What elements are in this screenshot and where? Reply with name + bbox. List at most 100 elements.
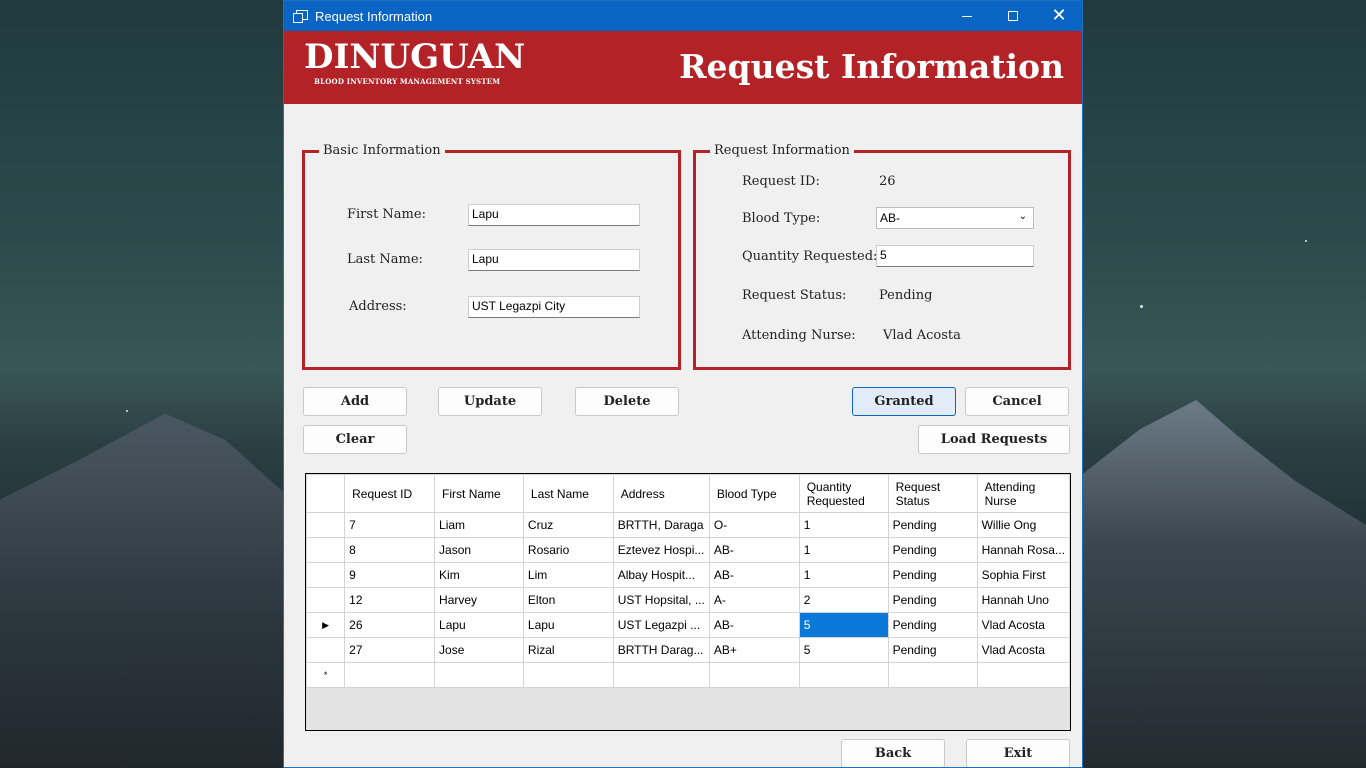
- table-row[interactable]: 8 Jason Rosario Eztevez Hospi... AB- 1 Pending…: [306, 537, 1070, 563]
- table-cell[interactable]: Eztevez Hospi...: [612, 537, 710, 563]
- table-cell[interactable]: Jose: [434, 637, 524, 663]
- table-cell[interactable]: Kim: [434, 562, 524, 588]
- row-header[interactable]: [306, 587, 346, 613]
- minimize-button[interactable]: [944, 1, 990, 31]
- load-requests-button[interactable]: Load Requests: [918, 425, 1070, 454]
- row-header[interactable]: [306, 562, 346, 588]
- table-cell[interactable]: [344, 662, 436, 688]
- table-cell[interactable]: BRTTH, Daraga: [612, 512, 710, 538]
- table-cell[interactable]: 12: [344, 587, 436, 613]
- table-cell[interactable]: 1: [798, 562, 889, 588]
- column-header[interactable]: First Name: [434, 474, 524, 513]
- table-cell[interactable]: 8: [344, 537, 436, 563]
- maximize-button[interactable]: [990, 1, 1036, 31]
- table-cell[interactable]: 26: [344, 612, 436, 638]
- clear-button[interactable]: Clear: [303, 425, 407, 454]
- cancel-button[interactable]: Cancel: [965, 387, 1069, 416]
- column-header[interactable]: Address: [612, 474, 710, 513]
- table-cell[interactable]: Rizal: [522, 637, 614, 663]
- first-name-input[interactable]: Lapu: [468, 204, 640, 226]
- basic-information-group: Basic Information First Name: Lapu Last …: [302, 143, 681, 370]
- table-cell[interactable]: 27: [344, 637, 436, 663]
- table-cell[interactable]: Harvey: [434, 587, 524, 613]
- table-row[interactable]: ▶ 26 Lapu Lapu UST Legazpi ... AB- 5 Pending Vla…: [306, 612, 1070, 638]
- column-header[interactable]: Attending Nurse: [976, 474, 1070, 513]
- quantity-requested-label: Quantity Requested:: [742, 249, 878, 264]
- table-cell[interactable]: 5: [798, 612, 889, 638]
- back-button[interactable]: Back: [841, 739, 945, 767]
- granted-button[interactable]: Granted: [852, 387, 956, 416]
- table-row[interactable]: 9 Kim Lim Albay Hospit... AB- 1 Pending Sophia …: [306, 562, 1070, 588]
- table-cell[interactable]: Pending: [887, 562, 978, 588]
- column-header[interactable]: Quantity Requested: [798, 474, 889, 513]
- exit-button[interactable]: Exit: [966, 739, 1070, 767]
- table-cell[interactable]: A-: [708, 587, 800, 613]
- row-header[interactable]: [306, 537, 346, 563]
- table-cell[interactable]: [612, 662, 710, 688]
- table-cell[interactable]: Liam: [434, 512, 524, 538]
- table-cell[interactable]: Vlad Acosta: [976, 637, 1070, 663]
- table-cell[interactable]: 2: [798, 587, 889, 613]
- add-button[interactable]: Add: [303, 387, 407, 416]
- column-header[interactable]: Request ID: [344, 474, 436, 513]
- table-cell[interactable]: AB-: [708, 612, 800, 638]
- table-cell[interactable]: Pending: [887, 537, 978, 563]
- requests-table[interactable]: Request ID First Name Last Name Address Bloo…: [305, 473, 1071, 731]
- table-cell[interactable]: [708, 662, 800, 688]
- row-header[interactable]: [306, 512, 346, 538]
- last-name-input[interactable]: Lapu: [468, 249, 640, 271]
- table-cell[interactable]: Pending: [887, 612, 978, 638]
- table-cell[interactable]: Hannah Uno: [976, 587, 1070, 613]
- blood-type-select[interactable]: AB- ⌄: [876, 207, 1034, 229]
- column-header[interactable]: Request Status: [887, 474, 978, 513]
- table-cell[interactable]: UST Legazpi ...: [612, 612, 710, 638]
- table-cell[interactable]: Elton: [522, 587, 614, 613]
- table-cell[interactable]: 1: [798, 512, 889, 538]
- table-cell[interactable]: BRTTH Darag...: [612, 637, 710, 663]
- table-cell[interactable]: UST Hopsital, ...: [612, 587, 710, 613]
- table-cell[interactable]: Jason: [434, 537, 524, 563]
- column-header[interactable]: Blood Type: [708, 474, 800, 513]
- table-cell[interactable]: 7: [344, 512, 436, 538]
- table-cell[interactable]: Lapu: [522, 612, 614, 638]
- close-button[interactable]: ✕: [1036, 1, 1082, 31]
- table-cell[interactable]: AB-: [708, 562, 800, 588]
- table-cell[interactable]: 5: [798, 637, 889, 663]
- request-information-legend: Request Information: [710, 143, 854, 158]
- table-row[interactable]: 12 Harvey Elton UST Hopsital, ... A- 2 Pending…: [306, 587, 1070, 613]
- table-cell[interactable]: Sophia First: [976, 562, 1070, 588]
- table-cell[interactable]: Vlad Acosta: [976, 612, 1070, 638]
- update-button[interactable]: Update: [438, 387, 542, 416]
- new-row[interactable]: *: [306, 662, 1070, 688]
- table-cell[interactable]: Willie Ong: [976, 512, 1070, 538]
- title-bar[interactable]: Request Information ✕: [284, 1, 1082, 31]
- header-banner: DINUGUAN BLOOD INVENTORY MANAGEMENT SYST…: [284, 31, 1082, 104]
- table-row[interactable]: 7 Liam Cruz BRTTH, Daraga O- 1 Pending Willie O…: [306, 512, 1070, 538]
- table-cell[interactable]: [976, 662, 1070, 688]
- table-cell[interactable]: Cruz: [522, 512, 614, 538]
- table-cell[interactable]: Lim: [522, 562, 614, 588]
- table-cell[interactable]: O-: [708, 512, 800, 538]
- table-cell[interactable]: Pending: [887, 512, 978, 538]
- row-header[interactable]: [306, 637, 346, 663]
- table-cell[interactable]: Albay Hospit...: [612, 562, 710, 588]
- quantity-requested-input[interactable]: 5: [876, 245, 1034, 267]
- table-cell[interactable]: Hannah Rosa...: [976, 537, 1070, 563]
- table-cell[interactable]: Pending: [887, 587, 978, 613]
- table-cell[interactable]: Lapu: [434, 612, 524, 638]
- current-row-indicator[interactable]: ▶: [306, 612, 346, 638]
- table-cell[interactable]: 9: [344, 562, 436, 588]
- table-cell[interactable]: [887, 662, 978, 688]
- column-header[interactable]: Last Name: [522, 474, 614, 513]
- table-cell[interactable]: [798, 662, 889, 688]
- table-cell[interactable]: 1: [798, 537, 889, 563]
- table-cell[interactable]: AB-: [708, 537, 800, 563]
- table-row[interactable]: 27 Jose Rizal BRTTH Darag... AB+ 5 Pending Vlad…: [306, 637, 1070, 663]
- delete-button[interactable]: Delete: [575, 387, 679, 416]
- table-cell[interactable]: AB+: [708, 637, 800, 663]
- table-cell[interactable]: Pending: [887, 637, 978, 663]
- table-cell[interactable]: [522, 662, 614, 688]
- address-input[interactable]: UST Legazpi City: [468, 296, 640, 318]
- table-cell[interactable]: Rosario: [522, 537, 614, 563]
- table-cell[interactable]: [434, 662, 524, 688]
